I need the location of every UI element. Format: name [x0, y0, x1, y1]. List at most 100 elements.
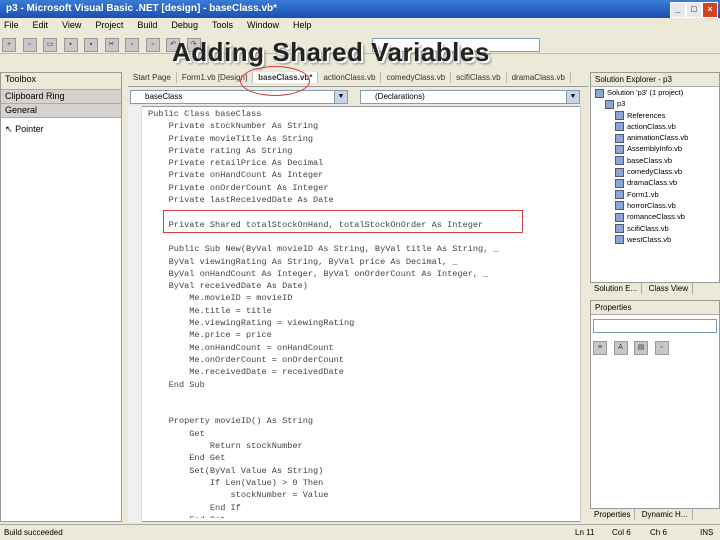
solution-tree-label: References	[627, 110, 666, 120]
solution-tree-item[interactable]: comedyClass.vb	[591, 166, 719, 177]
close-button[interactable]: ×	[702, 2, 718, 18]
doc-tab[interactable]: actionClass.vb	[318, 72, 382, 83]
doc-tab[interactable]: comedyClass.vb	[381, 72, 452, 83]
solution-tree-item[interactable]: References	[591, 110, 719, 121]
code-line[interactable]: Me.onOrderCount = onOrderCount	[148, 354, 576, 366]
save-all-icon[interactable]: ▪	[84, 38, 99, 52]
code-line[interactable]: Public Sub New(ByVal movieID As String, …	[148, 243, 576, 255]
code-line[interactable]: Me.onHandCount = onHandCount	[148, 342, 576, 354]
tab-properties[interactable]: Properties	[590, 509, 636, 520]
tab-class-view[interactable]: Class View	[645, 283, 694, 294]
code-line[interactable]: Get	[148, 428, 576, 440]
toolbox-tab-general[interactable]: General	[1, 104, 121, 118]
method-name-combo[interactable]: (Declarations) ▼	[360, 90, 580, 104]
solution-tree-item[interactable]: horrorClass.vb	[591, 200, 719, 211]
code-line[interactable]: stockNumber = Value	[148, 489, 576, 501]
solution-explorer-header: Solution Explorer - p3	[591, 73, 719, 87]
file-icon	[615, 235, 624, 245]
code-line[interactable]: If Len(Value) > 0 Then	[148, 477, 576, 489]
editor-scrollbar[interactable]	[580, 106, 588, 522]
solution-tree-item[interactable]: dramaClass.vb	[591, 177, 719, 188]
menu-window[interactable]: Window	[247, 20, 279, 30]
solution-tree-item[interactable]: Form1.vb	[591, 189, 719, 200]
code-line[interactable]: ByVal receivedDate As Date)	[148, 280, 576, 292]
code-line[interactable]: Me.title = title	[148, 305, 576, 317]
categorized-icon[interactable]: ≡	[593, 341, 607, 355]
copy-icon[interactable]: ▫	[125, 38, 140, 52]
solution-tree-item[interactable]: baseClass.vb	[591, 155, 719, 166]
code-line[interactable]: End Set	[148, 514, 576, 518]
solution-tree-item[interactable]: westClass.vb	[591, 234, 719, 245]
properties-object-combo[interactable]	[593, 319, 717, 333]
code-line[interactable]: Private onOrderCount As Integer	[148, 182, 576, 194]
property-pages-icon[interactable]: ▫	[654, 341, 669, 355]
solution-tree-item[interactable]: AssemblyInfo.vb	[591, 143, 719, 154]
menu-file[interactable]: File	[4, 20, 19, 30]
solution-tree-label: westClass.vb	[627, 234, 672, 244]
chevron-down-icon[interactable]: ▼	[566, 91, 579, 103]
code-line[interactable]: Private lastReceivedDate As Date	[148, 194, 576, 206]
tab-solution-explorer[interactable]: Solution E...	[590, 283, 643, 294]
title-bar: p3 - Microsoft Visual Basic .NET [design…	[0, 0, 720, 18]
solution-tree-label: dramaClass.vb	[627, 178, 678, 188]
code-line[interactable]	[148, 403, 576, 415]
code-text[interactable]: Public Class baseClass Private stockNumb…	[148, 108, 576, 518]
code-line[interactable]: Me.price = price	[148, 329, 576, 341]
menu-edit[interactable]: Edit	[33, 20, 49, 30]
maximize-button[interactable]: □	[686, 2, 702, 18]
solution-tree-item[interactable]: actionClass.vb	[591, 121, 719, 132]
doc-tab[interactable]: scifiClass.vb	[451, 72, 507, 83]
code-line[interactable]: Me.receivedDate = receivedDate	[148, 366, 576, 378]
menu-project[interactable]: Project	[95, 20, 123, 30]
menu-tools[interactable]: Tools	[212, 20, 233, 30]
menu-view[interactable]: View	[62, 20, 81, 30]
code-line[interactable]: Private onHandCount As Integer	[148, 169, 576, 181]
doc-tab[interactable]: dramaClass.vb	[507, 72, 571, 83]
code-line[interactable]: Private rating As String	[148, 145, 576, 157]
code-line[interactable]: Return stockNumber	[148, 440, 576, 452]
toolbox-tab-clipboard[interactable]: Clipboard Ring	[1, 90, 121, 104]
code-line[interactable]: End Sub	[148, 379, 576, 391]
menu-help[interactable]: Help	[293, 20, 312, 30]
code-line[interactable]: Me.viewingRating = viewingRating	[148, 317, 576, 329]
menu-debug[interactable]: Debug	[171, 20, 198, 30]
solution-tree-label: actionClass.vb	[627, 121, 676, 131]
solution-tree-item[interactable]: p3	[591, 98, 719, 109]
file-icon	[615, 212, 624, 222]
file-icon	[615, 224, 624, 234]
code-line[interactable]: Private stockNumber As String	[148, 120, 576, 132]
code-line[interactable]: Me.movieID = movieID	[148, 292, 576, 304]
editor-gutter	[128, 106, 142, 522]
solution-tree-item[interactable]: Solution 'p3' (1 project)	[591, 87, 719, 98]
solution-tree-label: Solution 'p3' (1 project)	[607, 88, 684, 97]
code-line[interactable]: End Get	[148, 452, 576, 464]
code-line[interactable]	[148, 391, 576, 403]
minimize-button[interactable]: _	[670, 2, 686, 18]
code-line[interactable]: ByVal viewingRating As String, ByVal pri…	[148, 256, 576, 268]
code-line[interactable]: Set(ByVal Value As String)	[148, 465, 576, 477]
properties-icon[interactable]: ▤	[634, 341, 649, 355]
paste-icon[interactable]: ▫	[145, 38, 160, 52]
code-line[interactable]: ByVal onHandCount As Integer, ByVal onOr…	[148, 268, 576, 280]
code-line[interactable]: End If	[148, 502, 576, 514]
toolbox-item-pointer[interactable]: ↖ Pointer	[1, 118, 121, 141]
open-icon[interactable]: ▭	[43, 38, 58, 52]
cut-icon[interactable]: ✂	[104, 38, 119, 52]
new-project-icon[interactable]: +	[2, 38, 16, 52]
solution-tree-item[interactable]: romanceClass.vb	[591, 211, 719, 222]
solution-tree-item[interactable]: scifiClass.vb	[591, 223, 719, 234]
code-line[interactable]: Public Class baseClass	[148, 108, 576, 120]
add-item-icon[interactable]: ▫	[22, 38, 37, 52]
code-line[interactable]: Private movieTitle As String	[148, 133, 576, 145]
alphabetical-icon[interactable]: A	[613, 341, 628, 355]
chevron-down-icon[interactable]: ▼	[334, 91, 347, 103]
menu-build[interactable]: Build	[137, 20, 157, 30]
doc-tab[interactable]: Start Page	[128, 72, 177, 83]
tab-dynamic-help[interactable]: Dynamic H...	[638, 509, 693, 520]
toolbox-panel: Toolbox Clipboard Ring General ↖ Pointer	[0, 72, 122, 522]
save-icon[interactable]: ▪	[63, 38, 78, 52]
code-line[interactable]: Private retailPrice As Decimal	[148, 157, 576, 169]
solution-tree-item[interactable]: animationClass.vb	[591, 132, 719, 143]
code-line[interactable]: Property movieID() As String	[148, 415, 576, 427]
class-name-combo[interactable]: baseClass ▼	[130, 90, 348, 104]
